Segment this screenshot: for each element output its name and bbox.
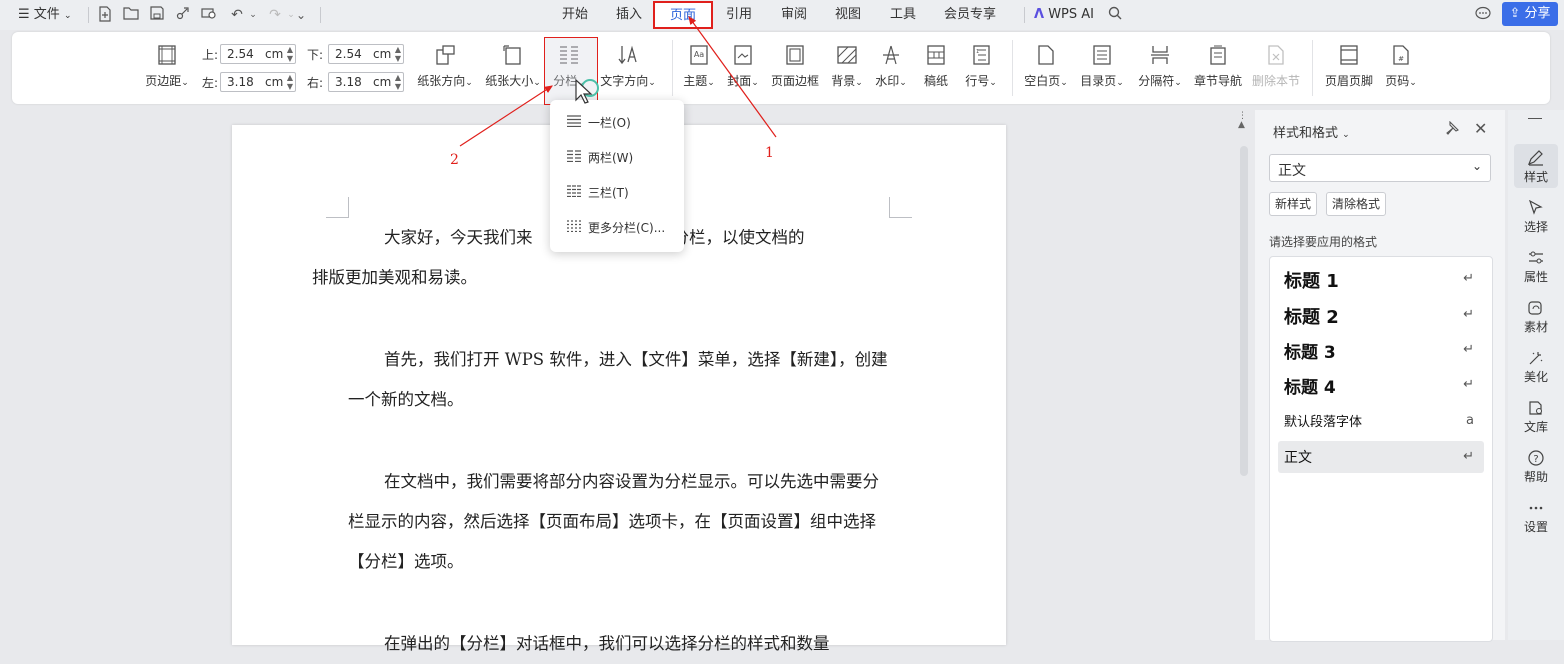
- sidebar-item-properties[interactable]: 属性: [1508, 244, 1564, 288]
- vertical-scrollbar[interactable]: [1240, 146, 1248, 476]
- sidebar-item-settings[interactable]: 设置: [1508, 494, 1564, 538]
- cursor-icon: [1529, 200, 1543, 215]
- style-heading-2[interactable]: 标题 2 ↵: [1278, 299, 1484, 331]
- magic-wand-icon: [1529, 352, 1543, 365]
- styles-panel: 样式和格式 ⌄ ✕ 正文 ⌄ 新样式 清除格式 请选择要应用的格式 标题 1 ↵…: [1255, 110, 1505, 642]
- chevron-down-icon: ⌄: [1342, 130, 1350, 140]
- sidebar-item-beautify[interactable]: 美化: [1508, 344, 1564, 388]
- materials-icon: [1528, 301, 1542, 315]
- style-heading-3[interactable]: 标题 3 ↵: [1278, 334, 1484, 366]
- scroll-up-icon[interactable]: ⋮ ▲: [1238, 112, 1247, 130]
- pin-icon[interactable]: [1445, 120, 1459, 139]
- style-heading-1[interactable]: 标题 1 ↵: [1278, 263, 1484, 295]
- sidebar-item-style[interactable]: 样式: [1514, 144, 1558, 188]
- clear-format-button[interactable]: 清除格式: [1326, 192, 1386, 216]
- current-style-select[interactable]: 正文 ⌄: [1269, 154, 1491, 182]
- style-body-text[interactable]: 正文 ↵: [1278, 441, 1484, 473]
- sidebar-item-materials[interactable]: 素材: [1508, 294, 1564, 338]
- pen-icon: [1527, 150, 1543, 166]
- right-sidebar: 样式 选择 属性 素材 美化 文库 ? 帮助 设置: [1508, 110, 1564, 640]
- new-style-button[interactable]: 新样式: [1269, 192, 1317, 216]
- annotation-label: 1: [765, 145, 774, 161]
- more-dots-icon: [1529, 506, 1543, 510]
- panel-title[interactable]: 样式和格式 ⌄: [1273, 122, 1350, 141]
- close-icon[interactable]: ✕: [1474, 119, 1487, 138]
- sidebar-item-select[interactable]: 选择: [1508, 194, 1564, 238]
- sidebar-item-library[interactable]: 文库: [1508, 394, 1564, 438]
- annotation-label: 2: [450, 152, 459, 168]
- sidebar-item-help[interactable]: ? 帮助: [1508, 444, 1564, 488]
- svg-text:?: ?: [1533, 454, 1538, 465]
- style-heading-4[interactable]: 标题 4 ↵: [1278, 369, 1484, 401]
- collapse-icon[interactable]: [1528, 118, 1542, 119]
- style-list: 标题 1 ↵ 标题 2 ↵ 标题 3 ↵ 标题 4 ↵ 默认段落字体 a 正文 …: [1269, 256, 1493, 642]
- library-icon: [1529, 401, 1542, 415]
- chevron-down-icon: ⌄: [1471, 159, 1482, 173]
- sliders-icon: [1529, 251, 1543, 264]
- style-default-paragraph-font[interactable]: 默认段落字体 a: [1278, 405, 1484, 437]
- help-icon: ?: [1528, 450, 1544, 466]
